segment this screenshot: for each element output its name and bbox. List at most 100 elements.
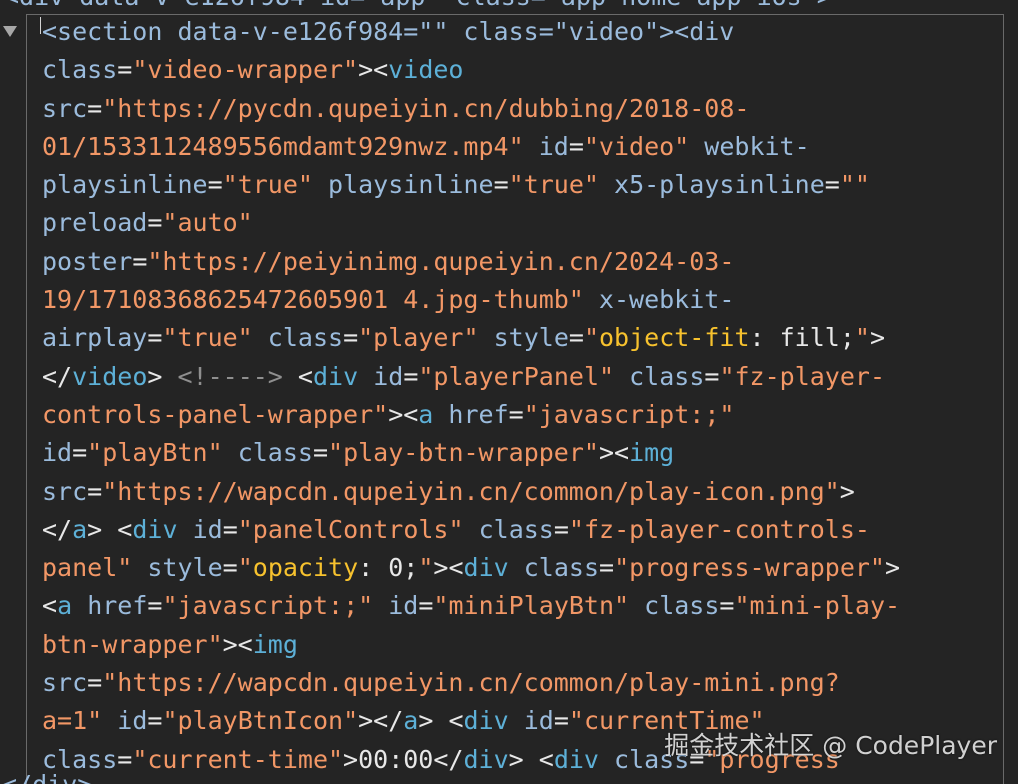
code-token: : 0; bbox=[358, 553, 419, 583]
code-token: "play-btn-wrapper" bbox=[328, 438, 599, 468]
code-line[interactable]: src="https://wapcdn.qupeiyin.cn/common/p… bbox=[42, 664, 900, 702]
caret-down-icon[interactable] bbox=[3, 26, 17, 37]
code-token: " bbox=[854, 323, 870, 353]
code-line[interactable]: preload="auto" bbox=[42, 204, 900, 242]
code-token: = bbox=[117, 744, 133, 774]
code-token: "progress-wrapper" bbox=[614, 553, 885, 583]
code-token: > bbox=[418, 706, 434, 736]
code-token: "video" bbox=[583, 131, 690, 161]
code-token: <!----> bbox=[177, 361, 283, 391]
code-token: playsinline bbox=[328, 170, 494, 200]
code-token: = bbox=[553, 706, 569, 736]
code-token: = bbox=[132, 246, 148, 276]
code-token: < bbox=[117, 514, 133, 544]
code-token: id bbox=[388, 591, 419, 621]
code-token: < bbox=[448, 706, 464, 736]
code-line[interactable]: btn-wrapper"><img bbox=[42, 626, 900, 664]
code-token: "mini-play- bbox=[734, 591, 901, 621]
code-token: > bbox=[839, 476, 855, 506]
code-line[interactable]: class="video-wrapper"><video bbox=[42, 51, 900, 89]
code-token: class bbox=[523, 553, 599, 583]
code-token: class bbox=[478, 514, 554, 544]
code-token: img bbox=[629, 438, 675, 468]
code-token: class bbox=[237, 438, 313, 468]
code-token: class bbox=[267, 323, 344, 353]
text-cursor bbox=[40, 17, 41, 34]
code-line[interactable]: 01/1533112489556mdamt929nwz.mp4" id="vid… bbox=[42, 128, 900, 166]
code-token: < bbox=[42, 591, 58, 621]
code-token: < bbox=[297, 361, 313, 391]
code-token: div bbox=[463, 553, 509, 583]
code-token: "video-wrapper" bbox=[132, 55, 359, 85]
code-line[interactable]: </video> <!----> <div id="playerPanel" c… bbox=[42, 358, 900, 396]
code-token: "https://peiyinimg.qupeiyin.cn/2024-03- bbox=[147, 246, 735, 276]
watermark: 掘金技术社区 @ CodePlayer bbox=[664, 731, 997, 760]
code-token: panel" bbox=[42, 553, 133, 583]
code-token: > bbox=[885, 553, 901, 583]
html-edit-box[interactable]: <section data-v-e126f984="" class="video… bbox=[26, 14, 1004, 784]
code-line[interactable]: src="https://wapcdn.qupeiyin.cn/common/p… bbox=[42, 473, 900, 511]
code-line[interactable]: </a> <div id="panelControls" class="fz-p… bbox=[42, 511, 900, 549]
code-token: a bbox=[418, 399, 434, 429]
code-token: </ bbox=[42, 514, 73, 544]
code-token: poster bbox=[42, 246, 133, 276]
code-line[interactable]: panel" style="opacity: 0;"><div class="p… bbox=[42, 549, 900, 587]
code-token: class bbox=[42, 55, 118, 85]
code-token: airplay bbox=[42, 323, 148, 353]
code-token: "player" bbox=[358, 323, 479, 353]
code-token: = bbox=[568, 131, 584, 161]
code-token: controls-panel-wrapper" bbox=[42, 399, 389, 429]
closing-tag-line[interactable]: </div> bbox=[2, 766, 92, 784]
code-token: src bbox=[42, 93, 88, 123]
code-token: = bbox=[87, 476, 103, 506]
code-line[interactable]: airplay="true" class="player" style="obj… bbox=[42, 319, 900, 357]
code-line[interactable]: <section data-v-e126f984="" class="video… bbox=[42, 15, 900, 51]
code-token: >< bbox=[358, 55, 389, 85]
code-token: id bbox=[192, 514, 223, 544]
code-line[interactable]: 19/17108368625472605901 4.jpg-thumb" x-w… bbox=[42, 281, 900, 319]
code-token: "panelControls" bbox=[237, 514, 464, 544]
code-token: object-fit bbox=[599, 323, 750, 353]
code-token: = bbox=[147, 208, 163, 238]
code-token: </ bbox=[42, 361, 73, 391]
code-line[interactable]: src="https://pycdn.qupeiyin.cn/dubbing/2… bbox=[42, 90, 900, 128]
code-line[interactable]: playsinline="true" playsinline="true" x5… bbox=[42, 166, 900, 204]
devtools-elements-panel: <div data-v-e126f984 id="app" class="app… bbox=[0, 0, 1018, 784]
code-token: = bbox=[493, 170, 509, 200]
code-content[interactable]: <section data-v-e126f984="" class="video… bbox=[42, 15, 900, 779]
code-token: "current-time" bbox=[132, 744, 344, 774]
code-token: " bbox=[583, 323, 599, 353]
code-token: = bbox=[87, 668, 103, 698]
code-line[interactable]: <a href="javascript:;" id="miniPlayBtn" … bbox=[42, 587, 900, 625]
code-token: "javascript:;" bbox=[162, 591, 374, 621]
code-token: " bbox=[418, 553, 434, 583]
code-token: "playBtnIcon" bbox=[162, 706, 359, 736]
code-token: x5-playsinline bbox=[614, 170, 825, 200]
code-token: = bbox=[147, 706, 163, 736]
code-token: img bbox=[252, 629, 298, 659]
code-token: btn-wrapper" bbox=[42, 629, 223, 659]
code-token: 19/17108368625472605901 4.jpg-thumb" bbox=[42, 285, 584, 315]
code-token: div bbox=[553, 744, 599, 774]
code-line[interactable]: controls-panel-wrapper"><a href="javascr… bbox=[42, 396, 900, 434]
code-token: = bbox=[147, 323, 163, 353]
code-token: = bbox=[568, 323, 584, 353]
code-line[interactable]: poster="https://peiyinimg.qupeiyin.cn/20… bbox=[42, 243, 900, 281]
code-token: = bbox=[418, 591, 434, 621]
code-token: "https://pycdn.qupeiyin.cn/dubbing/2018-… bbox=[102, 93, 750, 123]
code-line[interactable]: id="playBtn" class="play-btn-wrapper"><i… bbox=[42, 434, 900, 472]
code-token: video bbox=[388, 55, 464, 85]
code-token: "auto" bbox=[162, 208, 253, 238]
